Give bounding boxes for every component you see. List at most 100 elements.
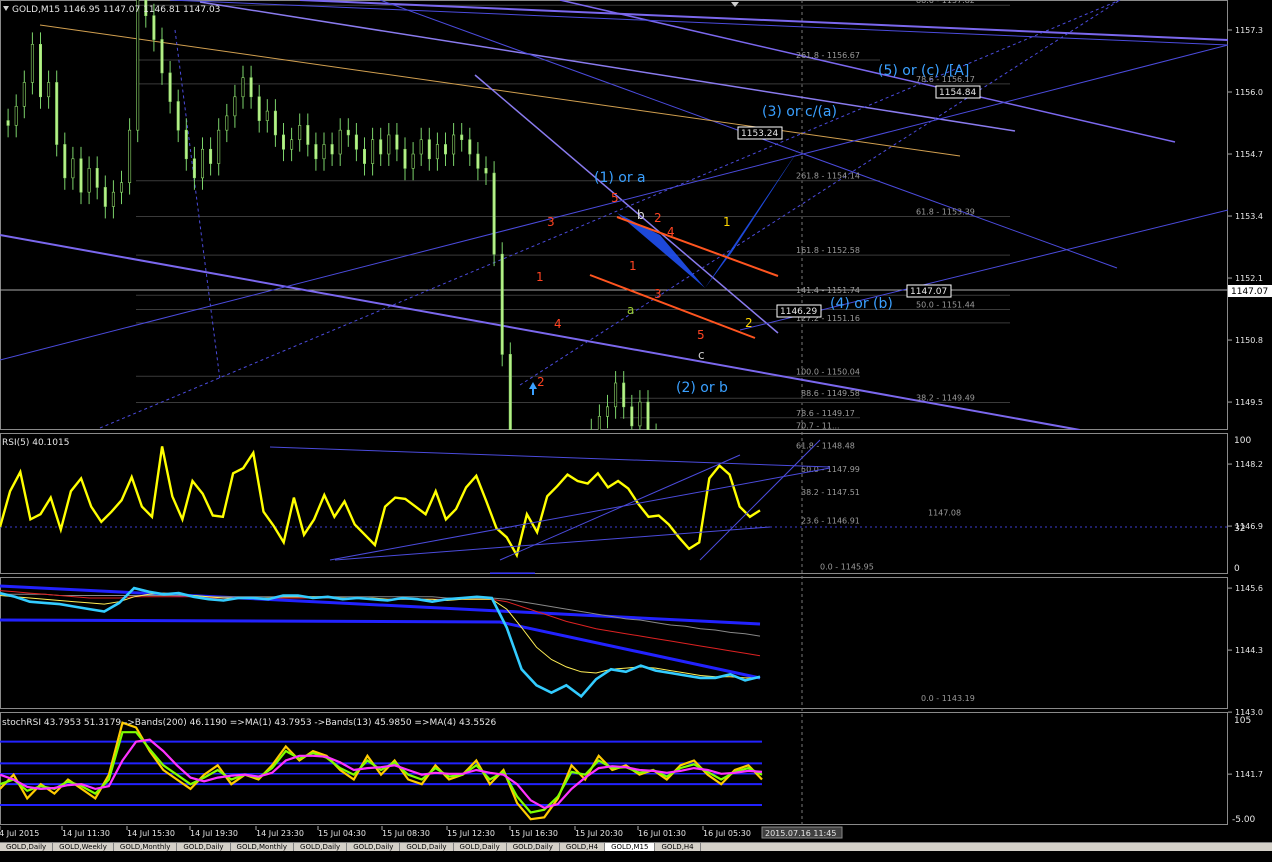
candle-body[interactable] xyxy=(508,354,512,454)
candle-body[interactable] xyxy=(354,134,358,150)
candle-body[interactable] xyxy=(241,77,245,98)
collapse-triangle-icon[interactable] xyxy=(3,6,9,11)
candle-body[interactable] xyxy=(630,406,634,427)
candle-body[interactable] xyxy=(484,168,488,174)
candle-body[interactable] xyxy=(387,134,391,155)
candle-body[interactable] xyxy=(744,517,746,522)
candle-body[interactable] xyxy=(736,502,738,521)
candle-body[interactable] xyxy=(298,125,302,141)
candle-body[interactable] xyxy=(500,253,504,355)
wedge-lower-line[interactable] xyxy=(589,274,756,339)
candle-body[interactable] xyxy=(184,129,188,160)
price-box-1147[interactable]: 1147.07 xyxy=(906,284,952,298)
candle-body[interactable] xyxy=(6,120,10,126)
candle-body[interactable] xyxy=(403,148,407,169)
candle-body[interactable] xyxy=(160,39,164,74)
candle-body[interactable] xyxy=(30,44,34,83)
rsi-trend-line[interactable] xyxy=(269,446,831,468)
candle-body[interactable] xyxy=(558,550,560,588)
candle-body[interactable] xyxy=(605,406,609,417)
candle-body[interactable] xyxy=(362,148,366,164)
candle-body[interactable] xyxy=(87,168,91,193)
candle-body[interactable] xyxy=(14,106,18,126)
candle-body[interactable] xyxy=(47,82,51,98)
candle-body[interactable] xyxy=(201,148,205,179)
candle-body[interactable] xyxy=(128,129,132,183)
candle-body[interactable] xyxy=(550,588,552,626)
candle-body[interactable] xyxy=(622,382,626,408)
candle-body[interactable] xyxy=(443,144,447,155)
price-box-1146[interactable]: 1146.29 xyxy=(776,304,822,318)
candle-body[interactable] xyxy=(290,139,294,150)
candle-body[interactable] xyxy=(330,144,334,155)
candle-body[interactable] xyxy=(111,191,115,207)
candle-body[interactable] xyxy=(176,101,180,131)
candle-body[interactable] xyxy=(646,401,650,435)
candle-body[interactable] xyxy=(728,478,730,502)
candle-body[interactable] xyxy=(120,182,124,193)
price-box-1153[interactable]: 1153.24 xyxy=(737,126,783,140)
candle-body[interactable] xyxy=(79,158,83,193)
candle-body[interactable] xyxy=(614,382,618,408)
candle-body[interactable] xyxy=(468,139,472,155)
macd-panel[interactable] xyxy=(0,584,761,699)
candle-body[interactable] xyxy=(720,478,722,492)
candle-body[interactable] xyxy=(752,517,754,527)
channel-line-2[interactable] xyxy=(559,0,1176,143)
candle-body[interactable] xyxy=(322,144,326,160)
price-box-1154[interactable]: 1154.84 xyxy=(935,85,981,99)
chart-window[interactable]: 88.6 - 1157.82261.8 - 1156.6778.6 - 1156… xyxy=(0,0,1272,850)
candle-body[interactable] xyxy=(671,493,673,517)
candle-body[interactable] xyxy=(103,187,107,207)
candle-body[interactable] xyxy=(95,168,99,188)
stochrsi-panel[interactable] xyxy=(0,721,763,821)
arrow-up-icon[interactable] xyxy=(529,382,537,389)
candle-body[interactable] xyxy=(38,44,42,98)
candle-body[interactable] xyxy=(582,464,584,493)
candle-body[interactable] xyxy=(712,493,714,512)
candle-body[interactable] xyxy=(452,134,456,155)
candle-body[interactable] xyxy=(217,129,221,164)
candle-body[interactable] xyxy=(419,139,423,155)
candle-body[interactable] xyxy=(281,134,285,150)
candle-body[interactable] xyxy=(63,144,67,179)
candle-body[interactable] xyxy=(427,139,431,160)
candle-body[interactable] xyxy=(338,129,342,155)
candle-body[interactable] xyxy=(597,416,601,430)
candle-body[interactable] xyxy=(533,478,535,564)
candle-body[interactable] xyxy=(233,96,237,117)
candle-body[interactable] xyxy=(152,15,156,40)
candle-body[interactable] xyxy=(168,72,172,102)
candle-body[interactable] xyxy=(209,148,213,164)
candle-body[interactable] xyxy=(492,172,496,255)
candle-body[interactable] xyxy=(346,129,350,136)
candle-body[interactable] xyxy=(379,139,383,155)
candle-body[interactable] xyxy=(655,435,657,464)
candle-body[interactable] xyxy=(435,144,439,160)
line-775[interactable] xyxy=(474,74,779,334)
candle-body[interactable] xyxy=(22,82,26,107)
candle-body[interactable] xyxy=(55,82,59,145)
candle-body[interactable] xyxy=(760,521,762,526)
channel-top-line[interactable] xyxy=(299,0,1228,41)
candle-body[interactable] xyxy=(460,134,464,141)
candle-body[interactable] xyxy=(476,153,480,169)
candle-body[interactable] xyxy=(265,110,269,121)
candle-body[interactable] xyxy=(566,526,568,550)
rsi-panel[interactable] xyxy=(0,439,1228,574)
dashed-vertical[interactable] xyxy=(174,29,221,381)
candle-body[interactable] xyxy=(638,401,642,427)
rsi-line[interactable] xyxy=(0,446,761,559)
candle-body[interactable] xyxy=(225,115,229,131)
candle-body[interactable] xyxy=(136,0,140,131)
main-price-chart[interactable] xyxy=(0,0,1228,703)
candle-body[interactable] xyxy=(517,455,519,546)
candle-body[interactable] xyxy=(71,158,75,179)
candle-body[interactable] xyxy=(395,134,399,150)
candle-body[interactable] xyxy=(257,96,261,121)
candle-body[interactable] xyxy=(574,493,576,526)
candle-body[interactable] xyxy=(306,125,310,145)
candle-body[interactable] xyxy=(273,110,277,136)
candle-body[interactable] xyxy=(314,144,318,160)
candle-body[interactable] xyxy=(590,431,592,464)
